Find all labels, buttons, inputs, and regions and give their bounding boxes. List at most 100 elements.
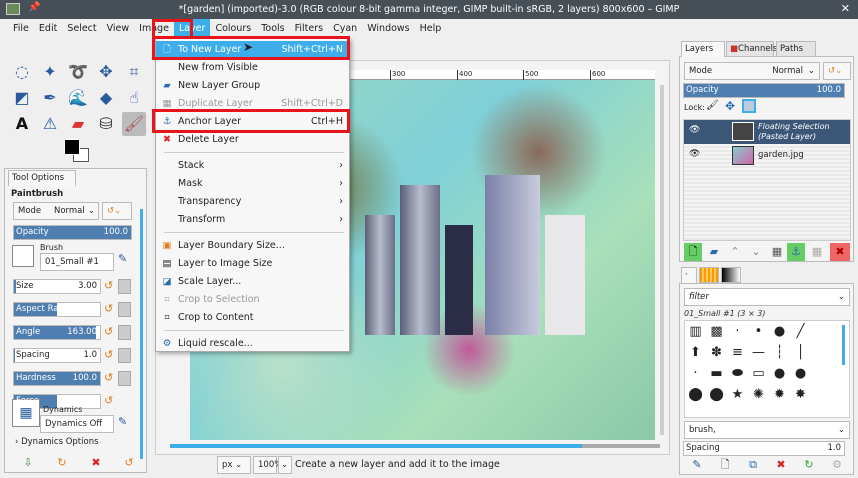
merge-layer-icon[interactable]: ▦: [808, 243, 826, 261]
open-brush-icon[interactable]: ⚙: [828, 456, 846, 474]
brush-item[interactable]: ·: [727, 321, 748, 342]
fuzzy-select-icon[interactable]: ✦: [38, 60, 62, 84]
reset-icon[interactable]: ↺: [104, 279, 113, 292]
brush-item[interactable]: ⬆: [685, 342, 706, 363]
hardness-slider[interactable]: Hardness 100.0: [13, 371, 101, 386]
tab-patterns[interactable]: [699, 267, 719, 283]
layers-opacity-slider[interactable]: Opacity 100.0: [683, 83, 845, 98]
brush-tag-input[interactable]: brush, ⌄: [684, 421, 850, 439]
spacing-slider[interactable]: Spacing 1.0: [13, 348, 101, 363]
link-icon[interactable]: [118, 348, 131, 363]
measure-icon[interactable]: ⚠: [38, 112, 62, 136]
edit-dynamics-icon[interactable]: ✎: [118, 415, 127, 428]
smudge-icon[interactable]: ☝: [122, 86, 146, 110]
options-scrollbar[interactable]: [140, 209, 143, 459]
foreground-color[interactable]: [64, 139, 80, 155]
mode-select[interactable]: Mode Normal ⌄: [13, 202, 99, 220]
layer-row-floating[interactable]: 👁 Floating Selection (Pasted Layer): [684, 120, 850, 144]
lock-position-icon[interactable]: ✥: [725, 99, 735, 113]
brush-preview[interactable]: [12, 245, 34, 267]
dynamics-field[interactable]: Dynamics Off: [40, 415, 114, 433]
lock-alpha-icon[interactable]: [742, 99, 756, 113]
link-icon[interactable]: [118, 302, 131, 317]
opacity-slider[interactable]: Opacity 100.0: [13, 225, 132, 240]
menu-item-transparency[interactable]: Transparency ›: [156, 193, 349, 211]
close-icon[interactable]: ✕: [841, 2, 850, 15]
reset-icon[interactable]: ↺: [104, 371, 113, 384]
unified-transform-icon[interactable]: ◩: [10, 86, 34, 110]
tab-tool-options[interactable]: Tool Options: [8, 170, 76, 186]
horizontal-scrollbar[interactable]: [170, 444, 660, 448]
lasso-icon[interactable]: ➰: [66, 60, 90, 84]
reset-mode-button[interactable]: ↺⌄: [102, 202, 132, 220]
text-icon[interactable]: A: [10, 112, 34, 136]
reset-icon[interactable]: ↺: [104, 394, 113, 407]
tab-gradients[interactable]: [721, 267, 741, 283]
crop-icon[interactable]: ⌗: [122, 60, 146, 84]
menu-item-delete-layer[interactable]: ✖ Delete Layer: [156, 131, 349, 149]
tab-layers[interactable]: Layers: [681, 41, 725, 57]
brush-item[interactable]: •: [748, 321, 769, 342]
tab-paths[interactable]: Paths: [776, 41, 816, 57]
tab-brushes[interactable]: ·: [681, 267, 697, 283]
angle-slider[interactable]: Angle 163.00: [13, 325, 101, 340]
brush-field[interactable]: 01_Small #1: [40, 253, 114, 271]
gradient-icon[interactable]: ◆: [94, 86, 118, 110]
link-icon[interactable]: [118, 279, 131, 294]
zoom-select[interactable]: 100%: [253, 456, 282, 474]
eraser-icon[interactable]: ▰: [66, 112, 90, 136]
warp-icon[interactable]: 🌊: [66, 86, 90, 110]
new-layer-icon[interactable]: 🗋: [684, 243, 702, 261]
menu-edit[interactable]: Edit: [34, 19, 62, 39]
reset-icon[interactable]: ↺: [104, 325, 113, 338]
dynamics-options-expander[interactable]: › Dynamics Options: [15, 437, 99, 447]
brush-item[interactable]: —: [748, 342, 769, 363]
brush-filter-input[interactable]: filter ⌄: [684, 288, 850, 306]
new-brush-icon[interactable]: 🗋: [716, 456, 734, 474]
duplicate-brush-icon[interactable]: ⧉: [744, 456, 762, 474]
aspect-ratio-slider[interactable]: Aspect Ratio 0.00: [13, 302, 101, 317]
menu-item-scale-layer[interactable]: ◪ Scale Layer...: [156, 273, 349, 291]
link-icon[interactable]: [118, 325, 131, 340]
delete-options-icon[interactable]: ✖: [87, 454, 105, 472]
reset-icon[interactable]: ↺: [104, 302, 113, 315]
zoom-dropdown-icon[interactable]: ⌄: [278, 456, 292, 474]
menu-item-new-from-visible[interactable]: New from Visible: [156, 59, 349, 77]
paths-icon[interactable]: ✒: [38, 86, 62, 110]
brush-item[interactable]: ▥: [685, 321, 706, 342]
move-icon[interactable]: ✥: [94, 60, 118, 84]
visibility-eye-icon[interactable]: 👁: [689, 125, 700, 135]
brush-item[interactable]: ▩: [706, 321, 727, 342]
paintbrush-icon[interactable]: 🖌: [122, 112, 146, 136]
menu-item-crop-to-content[interactable]: ⌗ Crop to Content: [156, 309, 349, 327]
brush-scrollbar[interactable]: [842, 325, 845, 365]
brush-item[interactable]: ╱: [790, 321, 811, 342]
pasted-city-layer[interactable]: [365, 170, 600, 335]
layers-mode-select[interactable]: Mode Normal ⌄: [684, 62, 820, 80]
brush-item[interactable]: ✺: [748, 384, 769, 405]
menu-item-mask[interactable]: Mask ›: [156, 175, 349, 193]
layers-reset-mode[interactable]: ↺⌄: [823, 62, 851, 80]
brush-item[interactable]: ⬤: [706, 384, 727, 405]
delete-brush-icon[interactable]: ✖: [772, 456, 790, 474]
edit-brush-icon[interactable]: ✎: [688, 456, 706, 474]
brush-item[interactable]: ✽: [706, 342, 727, 363]
menu-windows[interactable]: Windows: [362, 19, 414, 39]
menu-item-stack[interactable]: Stack ›: [156, 157, 349, 175]
menu-help[interactable]: Help: [415, 19, 447, 39]
menu-item-layer-boundary-size[interactable]: ▣ Layer Boundary Size...: [156, 237, 349, 255]
brush-grid[interactable]: ▥ ▩ · • ● ╱ ⬆ ✽ ≡ — ┆ │ · ▬ ⬬ ▭ ● ● ⬤ ⬤ ★ ✺ ✹ ✸: [684, 320, 850, 418]
lower-layer-icon[interactable]: ⌄: [747, 243, 765, 261]
brush-item[interactable]: ●: [769, 321, 790, 342]
link-icon[interactable]: [118, 371, 131, 386]
brush-item[interactable]: ✸: [790, 384, 811, 405]
brush-item[interactable]: ⬬: [727, 363, 748, 384]
menu-item-layer-to-image-size[interactable]: ▤ Layer to Image Size: [156, 255, 349, 273]
size-slider[interactable]: Size 3.00: [13, 279, 101, 294]
reset-options-icon[interactable]: ↺: [120, 454, 138, 472]
menu-item-transform[interactable]: Transform ›: [156, 211, 349, 229]
brush-item[interactable]: ▭: [748, 363, 769, 384]
edit-brush-icon[interactable]: ✎: [118, 252, 127, 265]
brush-item[interactable]: ⬤: [685, 384, 706, 405]
brush-item[interactable]: ●: [769, 363, 790, 384]
